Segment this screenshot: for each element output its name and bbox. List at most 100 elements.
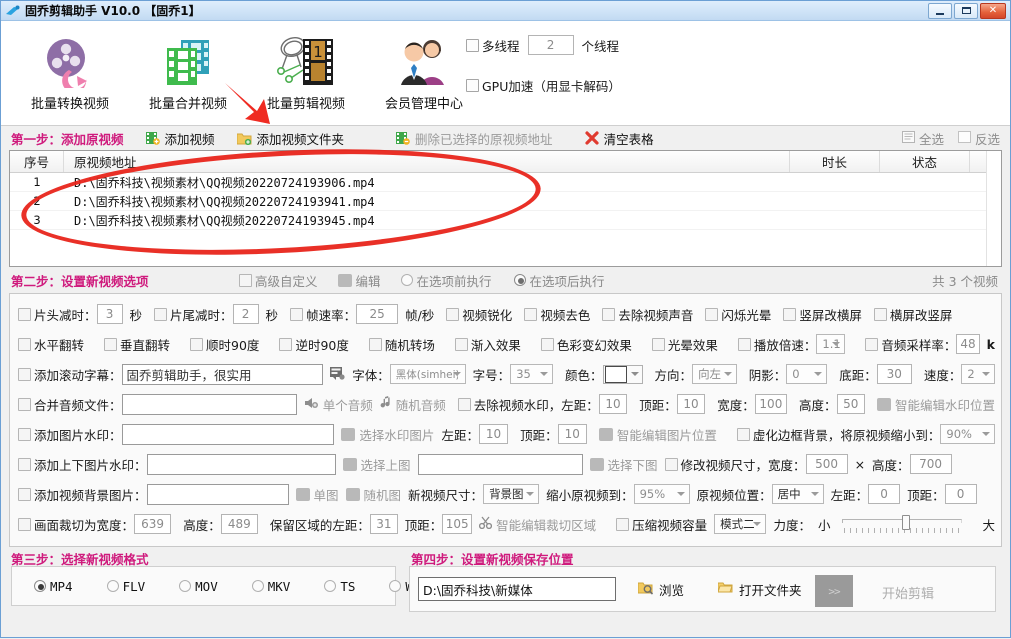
invert-select-button[interactable]: 反选 xyxy=(957,129,1000,148)
before-option-radio-group[interactable]: 在选项前执行 xyxy=(400,271,492,290)
shrink-select[interactable]: 95% xyxy=(633,484,690,504)
add-video-button[interactable]: 添加视频 xyxy=(145,129,215,148)
rotate-ccw90-checkbox-group[interactable]: 逆时90度 xyxy=(279,335,349,354)
table-row[interactable]: 2 D:\固乔科技\视频素材\QQ视频20220724193941.mp4 xyxy=(10,192,1001,211)
hflip-checkbox[interactable] xyxy=(18,337,31,351)
new-size-select[interactable]: 背景图 xyxy=(483,484,540,504)
font-select[interactable]: 黑体(simhei) xyxy=(389,364,466,384)
image-watermark-checkbox[interactable] xyxy=(18,427,31,441)
resize-height-input[interactable]: 700 xyxy=(909,454,952,474)
fade-in-checkbox[interactable] xyxy=(454,337,468,351)
watermark-top-input[interactable]: 10 xyxy=(676,394,706,414)
start-edit-icon-button[interactable]: >> xyxy=(815,575,853,607)
halo-checkbox[interactable] xyxy=(651,337,665,351)
font-size-select[interactable]: 35 xyxy=(510,364,554,384)
scroll-subtitle-input[interactable]: 固乔剪辑助手，很实用 xyxy=(121,363,324,385)
keep-left-input[interactable]: 31 xyxy=(369,514,398,534)
format-radio-mkv[interactable] xyxy=(251,580,264,592)
smart-crop-button[interactable]: 智能编辑裁切区域 xyxy=(478,515,596,534)
random-transition-checkbox-group[interactable]: 随机转场 xyxy=(368,335,435,354)
select-all-button[interactable]: 全选 xyxy=(901,129,944,148)
compress-checkbox-group[interactable]: 压缩视频容量 xyxy=(616,515,707,534)
format-radio-wmv[interactable] xyxy=(389,580,402,592)
scroll-subtitle-checkbox[interactable] xyxy=(18,367,31,381)
sharpen-checkbox-group[interactable]: 视频锐化 xyxy=(446,305,512,324)
tb-watermark-bottom-input[interactable] xyxy=(417,453,583,475)
format-radio-ts[interactable] xyxy=(324,580,337,592)
img-top-input[interactable]: 10 xyxy=(557,424,587,444)
save-path-input[interactable]: D:\固乔科技\新媒体 xyxy=(418,577,616,601)
edit-button[interactable]: 编辑 xyxy=(337,271,381,290)
vflip-checkbox[interactable] xyxy=(104,337,118,351)
img-left-input[interactable]: 10 xyxy=(478,424,509,444)
frame-rate-checkbox-group[interactable]: 帧速率： xyxy=(290,305,356,324)
bg-top-input[interactable]: 0 xyxy=(944,484,977,504)
bg-image-checkbox[interactable] xyxy=(18,487,31,501)
playback-speed-checkbox-group[interactable]: 播放倍速： xyxy=(737,335,816,354)
sharpen-checkbox[interactable] xyxy=(446,307,460,321)
table-row[interactable]: 3 D:\固乔科技\视频素材\QQ视频20220724193945.mp4 xyxy=(10,211,1001,230)
merge-audio-checkbox[interactable] xyxy=(18,397,31,411)
close-button[interactable]: ✕ xyxy=(980,2,1006,19)
rotate-cw90-checkbox[interactable] xyxy=(190,337,204,351)
vflip-checkbox-group[interactable]: 垂直翻转 xyxy=(104,335,170,354)
batch-convert-video-button[interactable]: 批量转换视频 xyxy=(11,21,129,125)
fade-in-checkbox-group[interactable]: 渐入效果 xyxy=(454,335,521,354)
audio-sample-rate-checkbox[interactable] xyxy=(865,337,879,351)
playback-speed-checkbox[interactable] xyxy=(737,337,751,351)
format-radio-flv[interactable] xyxy=(106,580,119,592)
minimize-button[interactable] xyxy=(928,2,952,19)
format-option-mkv[interactable]: MKV xyxy=(251,579,290,594)
font-color-select[interactable] xyxy=(602,364,643,384)
bg-image-input[interactable] xyxy=(146,483,289,505)
keep-top-input[interactable]: 105 xyxy=(442,514,473,534)
resize-width-input[interactable]: 500 xyxy=(805,454,848,474)
add-video-folder-button[interactable]: 添加视频文件夹 xyxy=(236,129,344,148)
compress-strength-slider[interactable] xyxy=(842,515,963,533)
color-shift-checkbox-group[interactable]: 色彩变幻效果 xyxy=(540,335,632,354)
thread-count-input[interactable]: 2 xyxy=(527,35,574,55)
bottom-margin-input[interactable]: 30 xyxy=(876,364,912,384)
remove-watermark-checkbox[interactable] xyxy=(457,397,471,411)
compress-mode-select[interactable]: 模式二 xyxy=(714,514,767,534)
format-radio-mp4[interactable] xyxy=(34,580,46,592)
advanced-custom-checkbox-group[interactable]: 高级自定义 xyxy=(239,271,318,290)
vertical-to-horizontal-checkbox[interactable] xyxy=(783,307,797,321)
single-audio-button[interactable]: 单个音频 xyxy=(304,395,373,414)
advanced-custom-checkbox[interactable] xyxy=(239,273,252,287)
gpu-accel-checkbox[interactable] xyxy=(466,78,479,92)
vertical-to-horizontal-checkbox-group[interactable]: 竖屏改横屏 xyxy=(783,305,862,324)
frame-rate-checkbox[interactable] xyxy=(290,307,304,321)
after-option-radio-group[interactable]: 在选项后执行 xyxy=(513,271,605,290)
tb-watermark-top-input[interactable] xyxy=(146,453,336,475)
bg-left-input[interactable]: 0 xyxy=(868,484,901,504)
hflip-checkbox-group[interactable]: 水平翻转 xyxy=(18,335,84,354)
head-trim-checkbox[interactable] xyxy=(18,307,31,321)
audio-sample-rate-checkbox-group[interactable]: 音频采样率： xyxy=(865,335,956,354)
blur-border-checkbox[interactable] xyxy=(736,427,750,441)
remove-audio-checkbox-group[interactable]: 去除视频声音 xyxy=(602,305,693,324)
tail-trim-checkbox-group[interactable]: 片尾减时： xyxy=(154,305,233,324)
crop-width-input[interactable]: 639 xyxy=(134,514,172,534)
tail-trim-checkbox[interactable] xyxy=(154,307,168,321)
head-trim-input[interactable]: 3 xyxy=(96,304,123,324)
tb-watermark-checkbox-group[interactable]: 添加上下图片水印： xyxy=(18,455,147,474)
blur-shrink-select[interactable]: 90% xyxy=(940,424,995,444)
decolor-checkbox-group[interactable]: 视频去色 xyxy=(524,305,590,324)
playback-speed-select[interactable]: 1.1 xyxy=(816,334,846,354)
smart-edit-watermark-button[interactable]: 智能编辑水印位置 xyxy=(876,395,995,414)
head-trim-checkbox-group[interactable]: 片头减时： xyxy=(18,305,97,324)
remove-watermark-checkbox-group[interactable]: 去除视频水印，左距： xyxy=(457,395,599,414)
decolor-checkbox[interactable] xyxy=(524,307,538,321)
frame-rate-input[interactable]: 25 xyxy=(356,304,399,324)
watermark-left-input[interactable]: 10 xyxy=(598,394,628,414)
horizontal-to-vertical-checkbox-group[interactable]: 横屏改竖屏 xyxy=(873,305,952,324)
blur-border-checkbox-group[interactable]: 虚化边框背景，将原视频缩小到： xyxy=(736,425,940,444)
resize-video-checkbox-group[interactable]: 修改视频尺寸，宽度： xyxy=(664,455,806,474)
random-audio-button[interactable]: 随机音频 xyxy=(380,395,446,414)
halo-checkbox-group[interactable]: 光晕效果 xyxy=(651,335,718,354)
format-option-mp4[interactable]: MP4 xyxy=(34,579,73,594)
color-shift-checkbox[interactable] xyxy=(540,337,554,351)
after-option-radio[interactable] xyxy=(513,274,526,286)
crop-checkbox-group[interactable]: 画面裁切为宽度： xyxy=(18,515,134,534)
